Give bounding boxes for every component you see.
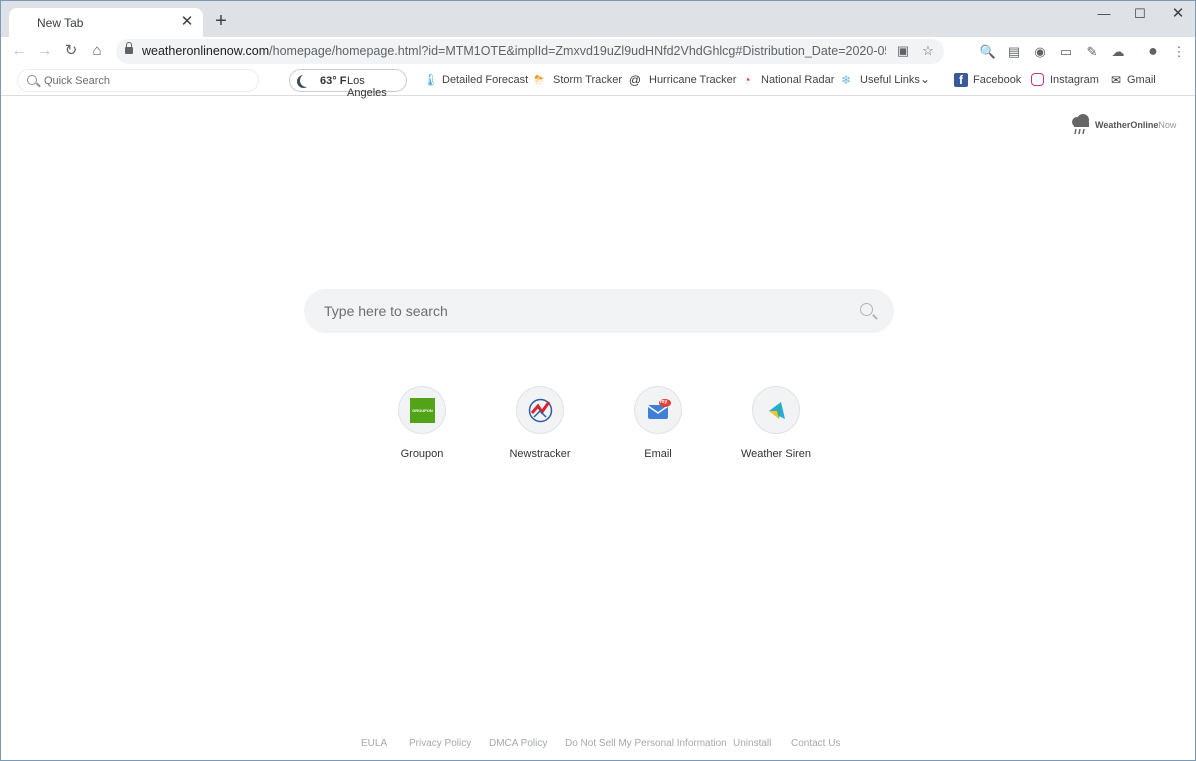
weather-siren-icon	[769, 402, 785, 419]
footer-privacy[interactable]: Privacy Policy	[409, 738, 471, 749]
footer-dmca[interactable]: DMCA Policy	[489, 738, 547, 749]
zoom-icon[interactable]: 🔍	[979, 43, 997, 61]
home-button[interactable]: ⌂	[87, 41, 107, 61]
instagram-icon	[1031, 73, 1044, 86]
chevron-down-icon: ⌄	[920, 72, 931, 86]
mail-icon: ✉	[1110, 73, 1122, 87]
tile-email[interactable]: my Email	[608, 385, 708, 465]
footer-uninstall[interactable]: Uninstall	[733, 738, 771, 749]
tile-newstracker[interactable]: Newstracker	[490, 385, 590, 465]
back-button[interactable]: ←	[9, 41, 29, 61]
link-useful-links[interactable]: ❄ Useful Links ⌄	[839, 72, 935, 89]
tab-title: New Tab	[37, 16, 84, 30]
search-icon[interactable]	[860, 303, 873, 316]
temperature: 63° F	[320, 75, 347, 87]
tile-label: Weather Siren	[740, 448, 812, 460]
minimize-button[interactable]: —	[1086, 5, 1122, 23]
quick-search	[17, 69, 259, 92]
profile-icon[interactable]: ●	[1144, 43, 1162, 61]
cloud-rain-icon	[1072, 114, 1089, 135]
thermometer-icon: 🌡	[423, 73, 439, 87]
tile-weather-siren[interactable]: Weather Siren	[726, 385, 826, 465]
hurricane-icon: @	[628, 73, 642, 87]
lock-icon[interactable]	[125, 42, 133, 55]
extension-circle-icon[interactable]: ◉	[1031, 43, 1049, 61]
tile-label: Email	[644, 448, 672, 460]
tile-groupon[interactable]: GROUPON Groupon	[372, 385, 472, 465]
city: Los Angeles	[347, 75, 387, 99]
main-search-input[interactable]	[324, 301, 844, 321]
footer-eula[interactable]: EULA	[361, 738, 387, 749]
footer-contact[interactable]: Contact Us	[791, 738, 840, 749]
toolbar: ← → ↻ ⌂ weatheronlinenow.com/homepage/ho…	[1, 37, 1195, 66]
extension-edit-icon[interactable]: ✎	[1083, 43, 1101, 61]
window-close-button[interactable]: ✕	[1160, 5, 1196, 23]
tile-label: Newstracker	[509, 448, 571, 460]
reload-button[interactable]: ↻	[61, 41, 81, 61]
facebook-icon: f	[954, 73, 968, 87]
moon-icon	[300, 74, 313, 87]
extension-news-icon[interactable]: ▤	[1005, 43, 1023, 61]
tile-label: Groupon	[400, 448, 444, 460]
radar-icon: ◔	[743, 73, 751, 87]
new-tab-button[interactable]: +	[211, 11, 231, 31]
snowflake-icon: ❄	[840, 73, 852, 87]
weather-widget[interactable]: 63° F Los Angeles	[289, 69, 407, 99]
extension-bar: 63° F Los Angeles 🌡 Detailed Forecast ⛈ …	[1, 66, 1195, 99]
search-icon	[27, 75, 37, 85]
extension-card-icon[interactable]: ▭	[1057, 43, 1075, 61]
cast-blocked-icon[interactable]: ▣	[894, 42, 912, 60]
url-text[interactable]: weatheronlinenow.com/homepage/homepage.h…	[142, 44, 886, 58]
forward-button[interactable]: →	[35, 41, 55, 61]
tab-new-tab[interactable]: New Tab ✕	[9, 8, 203, 37]
close-icon[interactable]: ✕	[179, 14, 195, 30]
storm-icon: ⛈	[534, 73, 544, 87]
star-icon[interactable]: ☆	[919, 42, 937, 60]
brand-suffix: Now	[1158, 120, 1177, 130]
browser-window: New Tab ✕ + — ☐ ✕ ← → ↻ ⌂ weatheronlinen…	[0, 0, 1196, 761]
newstracker-icon	[528, 398, 553, 423]
quick-search-input[interactable]	[44, 73, 244, 89]
address-bar[interactable]: weatheronlinenow.com/homepage/homepage.h…	[116, 39, 944, 64]
brand-name: WeatherOnline	[1095, 120, 1159, 130]
menu-icon[interactable]: ⋮	[1170, 43, 1188, 61]
groupon-icon: GROUPON	[410, 398, 435, 423]
extension-weather-icon[interactable]: ☁	[1109, 43, 1127, 61]
email-icon	[647, 399, 671, 419]
footer-do-not-sell[interactable]: Do Not Sell My Personal Information	[565, 738, 727, 749]
tab-strip: New Tab ✕ + — ☐ ✕	[1, 1, 1195, 37]
main-search	[304, 289, 894, 333]
maximize-button[interactable]: ☐	[1122, 5, 1158, 23]
email-badge: my	[660, 399, 668, 405]
